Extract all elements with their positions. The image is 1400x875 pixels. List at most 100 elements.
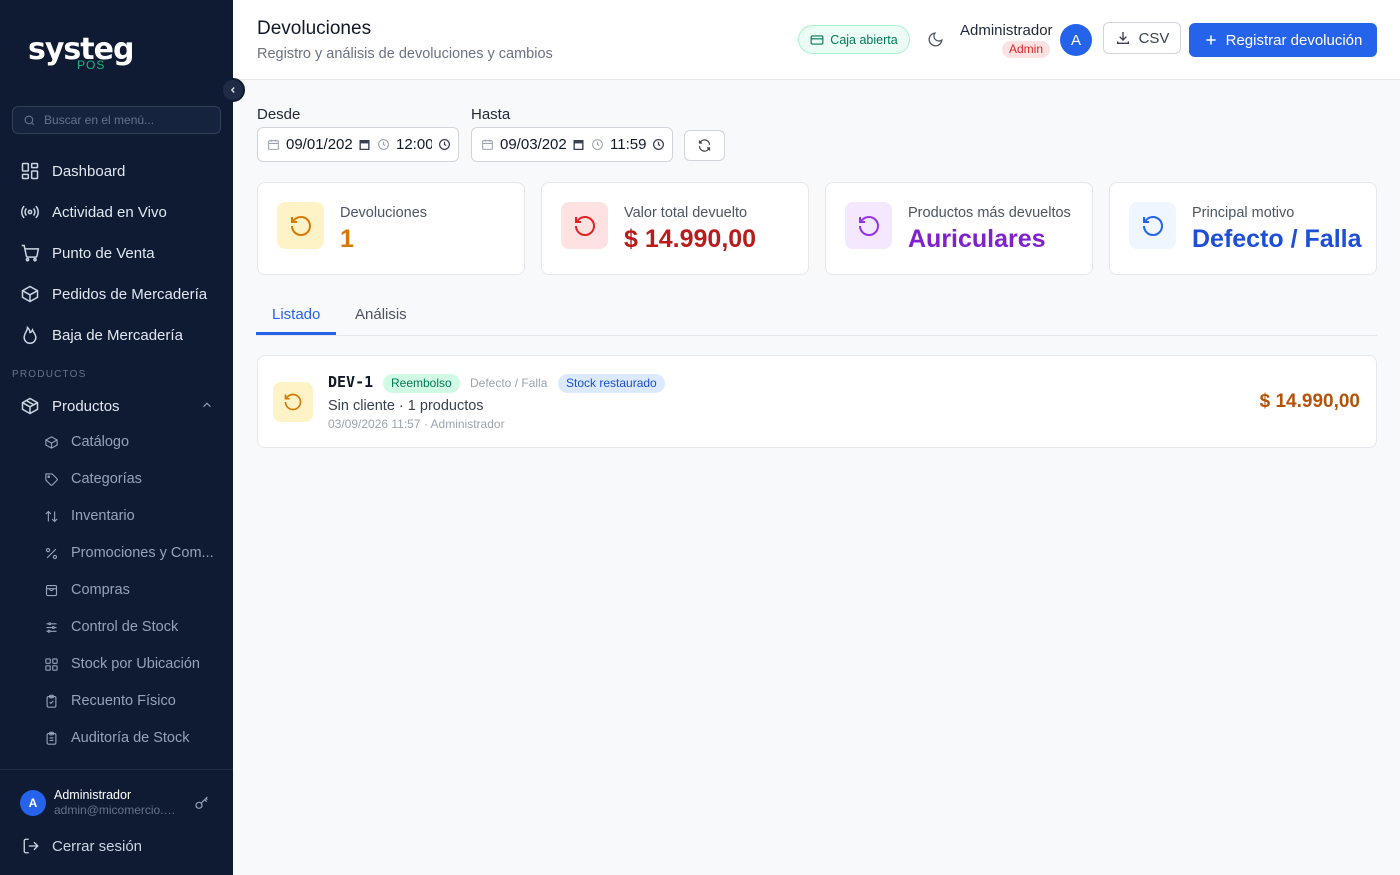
sidebar-subitem-stock-location[interactable]: Stock por Ubicación xyxy=(44,653,200,675)
grid-icon xyxy=(45,657,58,671)
clock-icon xyxy=(378,139,389,150)
return-icon-box xyxy=(273,382,313,422)
export-csv-label: CSV xyxy=(1138,29,1170,47)
from-label: Desde xyxy=(257,106,301,123)
chevron-left-icon xyxy=(230,87,235,93)
page-subtitle: Registro y análisis de devoluciones y ca… xyxy=(257,46,553,62)
stat-card-returns: Devoluciones 1 xyxy=(257,182,525,275)
sidebar-item-writeoff[interactable]: Baja de Mercadería xyxy=(20,323,183,347)
sidebar-item-label: Baja de Mercadería xyxy=(52,326,183,344)
sidebar-item-label: Punto de Venta xyxy=(52,244,155,262)
stat-label: Productos más devueltos xyxy=(908,205,1071,221)
stat-label: Devoluciones xyxy=(340,205,428,221)
sidebar-subitem-purchases[interactable]: Compras xyxy=(44,579,130,601)
sidebar-subitem-label: Compras xyxy=(71,582,130,598)
rotate-ccw-icon xyxy=(284,393,302,411)
sidebar-item-pos[interactable]: Punto de Venta xyxy=(20,241,155,265)
sidebar-subitem-categories[interactable]: Categorías xyxy=(44,468,142,490)
from-date-value[interactable]: 09/01/2026 xyxy=(286,136,352,153)
search-icon xyxy=(24,115,35,125)
register-return-button[interactable]: Registrar devolución xyxy=(1189,23,1377,57)
return-code: DEV-1 xyxy=(328,373,374,391)
export-csv-button[interactable]: CSV xyxy=(1103,22,1181,54)
sidebar-item-label: Actividad en Vivo xyxy=(52,203,167,221)
calendar-icon xyxy=(482,139,493,150)
from-datetime-input[interactable]: 09/01/2026 12:00 xyxy=(257,127,459,162)
stat-label: Valor total devuelto xyxy=(624,205,748,221)
page-header: Devoluciones Registro y análisis de devo… xyxy=(233,0,1400,80)
to-time-value[interactable]: 11:59 xyxy=(610,136,646,153)
sidebar-subitem-label: Catálogo xyxy=(71,434,130,450)
flame-icon xyxy=(23,325,37,345)
stat-card-total-value: Valor total devuelto $ 14.990,00 xyxy=(541,182,809,275)
calendar-picker-icon[interactable] xyxy=(358,138,371,151)
stat-card-top-product: Productos más devueltos Auriculares xyxy=(825,182,1093,275)
sidebar-subitem-label: Recuento Físico xyxy=(71,693,176,709)
clock-picker-icon[interactable] xyxy=(438,138,451,151)
sidebar-item-live-activity[interactable]: Actividad en Vivo xyxy=(20,200,167,224)
chevron-up-icon[interactable] xyxy=(200,398,214,412)
sidebar-subitem-inventory[interactable]: Inventario xyxy=(44,505,135,527)
return-description: Sin cliente · 1 productos xyxy=(328,398,484,414)
refresh-icon xyxy=(698,139,711,152)
key-icon[interactable] xyxy=(194,795,210,811)
sidebar-item-label: Pedidos de Mercadería xyxy=(52,285,208,303)
clock-picker-icon[interactable] xyxy=(652,138,665,151)
bag-icon xyxy=(45,584,58,596)
sidebar-footer xyxy=(0,769,233,875)
sidebar-subitem-physical-count[interactable]: Recuento Físico xyxy=(44,690,176,712)
to-date-value[interactable]: 09/03/2026 xyxy=(500,136,566,153)
sidebar-subitem-label: Stock por Ubicación xyxy=(71,656,200,672)
sidebar-group-products[interactable]: Productos xyxy=(20,394,120,418)
menu-search-input[interactable] xyxy=(44,113,214,127)
menu-search[interactable] xyxy=(12,106,221,134)
sidebar-subitem-catalog[interactable]: Catálogo xyxy=(44,431,129,453)
refresh-button[interactable] xyxy=(684,130,725,161)
stat-icon-box xyxy=(561,202,608,249)
percent-icon xyxy=(45,547,58,559)
return-list-item[interactable]: DEV-1 Reembolso Defecto / Falla Stock re… xyxy=(257,355,1377,448)
avatar[interactable]: A xyxy=(1060,24,1092,56)
stock-status-badge: Stock restaurado xyxy=(558,374,665,393)
stat-card-top-reason: Principal motivo Defecto / Falla xyxy=(1109,182,1377,275)
sidebar-subitem-stock-audit[interactable]: Auditoría de Stock xyxy=(44,727,190,749)
stat-value: $ 14.990,00 xyxy=(624,225,757,253)
tab-analysis[interactable]: Análisis xyxy=(355,306,407,323)
sidebar-subitem-stock-control[interactable]: Control de Stock xyxy=(44,616,178,638)
box-icon xyxy=(21,397,39,415)
sliders-icon xyxy=(46,621,57,633)
return-type-badge: Reembolso xyxy=(383,374,460,393)
grid-icon xyxy=(21,162,39,180)
sidebar-item-dashboard[interactable]: Dashboard xyxy=(20,159,125,183)
sidebar: systeg POS Dashboard Actividad en Vivo P… xyxy=(0,0,233,875)
sidebar-item-label: Dashboard xyxy=(52,162,126,180)
credit-card-icon xyxy=(810,34,824,45)
from-time-value[interactable]: 12:00 xyxy=(396,136,432,153)
moon-icon[interactable] xyxy=(927,31,944,48)
sidebar-collapse-button[interactable] xyxy=(221,78,245,102)
logout-button[interactable]: Cerrar sesión xyxy=(22,837,142,855)
rotate-ccw-icon xyxy=(574,215,595,236)
rotate-ccw-icon xyxy=(858,215,879,236)
package-icon xyxy=(21,285,39,303)
cart-icon xyxy=(21,244,40,262)
download-icon xyxy=(1116,32,1129,44)
calendar-picker-icon[interactable] xyxy=(572,138,585,151)
to-datetime-input[interactable]: 09/03/2026 11:59 xyxy=(471,127,673,162)
rotate-ccw-icon xyxy=(1142,215,1163,236)
tabs: Listado Análisis xyxy=(256,298,1377,336)
user-role-badge: Admin xyxy=(1002,41,1051,58)
broadcast-icon xyxy=(21,205,39,219)
tab-list[interactable]: Listado xyxy=(272,306,320,323)
arrows-updown-icon xyxy=(45,510,58,522)
user-email: admin@micomercio.com xyxy=(54,803,180,817)
cash-register-status-badge[interactable]: Caja abierta xyxy=(798,25,910,54)
sidebar-subitem-promotions[interactable]: Promociones y Com... xyxy=(44,542,214,564)
return-reason: Defecto / Falla xyxy=(470,376,548,390)
sidebar-item-orders[interactable]: Pedidos de Mercadería xyxy=(20,282,207,306)
tag-icon xyxy=(45,472,58,486)
rotate-ccw-icon xyxy=(290,215,311,236)
avatar[interactable]: A xyxy=(20,790,46,816)
section-label-products: PRODUCTOS xyxy=(12,369,87,380)
sidebar-subitem-label: Control de Stock xyxy=(71,619,179,635)
